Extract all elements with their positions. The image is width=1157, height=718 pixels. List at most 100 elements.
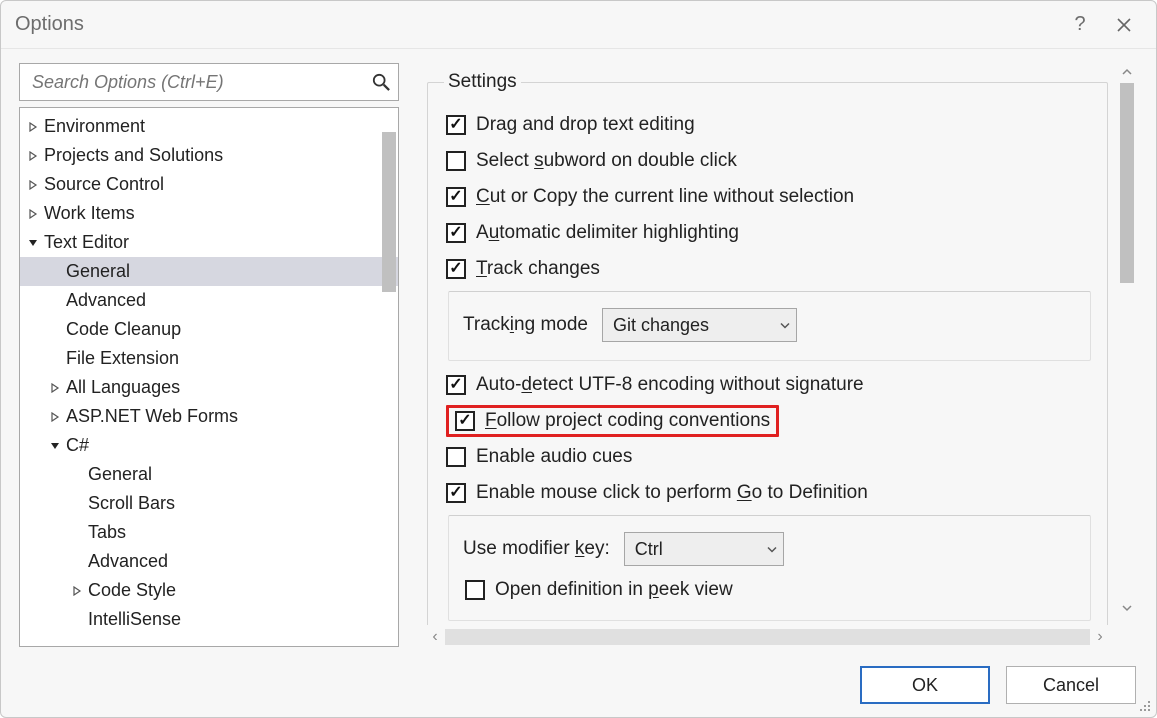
tree-scrollbar-thumb[interactable] — [382, 132, 396, 292]
settings-scrollbar-thumb[interactable] — [1120, 83, 1134, 283]
help-button[interactable]: ? — [1058, 1, 1102, 49]
tracking-mode-label: Tracking mode — [463, 314, 588, 336]
audio-cues-row: Enable audio cues — [444, 439, 1091, 475]
category-tree[interactable]: Environment Projects and Solutions Source … — [19, 107, 399, 647]
tree-item[interactable]: Source Control — [20, 170, 398, 199]
tree-item-label: Environment — [44, 116, 145, 137]
tree-item[interactable]: Code Cleanup — [20, 315, 398, 344]
chevron-down-icon — [767, 539, 777, 560]
tree-twisty-icon[interactable] — [26, 236, 40, 250]
horizontal-scrollbar[interactable]: ‹ › — [427, 627, 1108, 647]
subword-row: Select subword on double click — [444, 143, 1091, 179]
subword-label: Select subword on double click — [476, 150, 737, 172]
tree-item[interactable]: Tabs — [20, 518, 398, 547]
modifier-key-combo[interactable]: Ctrl — [624, 532, 784, 566]
tree-item-label: General — [88, 464, 152, 485]
tree-item[interactable]: General — [20, 460, 398, 489]
tree-twisty-icon[interactable] — [26, 207, 40, 221]
h-scroll-track[interactable] — [445, 629, 1090, 645]
tree-item[interactable]: Advanced — [20, 547, 398, 576]
scroll-right-icon[interactable]: › — [1092, 628, 1108, 646]
tree-twisty-icon[interactable] — [48, 439, 62, 453]
peek-view-row: Open definition in peek view — [461, 572, 1078, 608]
tree-item-label: All Languages — [66, 377, 180, 398]
tree-item[interactable]: Text Editor — [20, 228, 398, 257]
tree-twisty-icon[interactable] — [48, 410, 62, 424]
tree-twisty-spacer — [70, 526, 84, 540]
tree-item[interactable]: Work Items — [20, 199, 398, 228]
tree-item[interactable]: Projects and Solutions — [20, 141, 398, 170]
cancel-button[interactable]: Cancel — [1006, 666, 1136, 704]
track-changes-checkbox[interactable] — [446, 259, 466, 279]
tree-twisty-icon[interactable] — [26, 178, 40, 192]
track-changes-row: Track changes — [444, 251, 1091, 287]
ok-button[interactable]: OK — [860, 666, 990, 704]
tree-twisty-spacer — [48, 265, 62, 279]
tree-item-label: General — [66, 261, 130, 282]
peek-view-checkbox[interactable] — [465, 580, 485, 600]
tree-item[interactable]: Advanced — [20, 286, 398, 315]
dialog-footer: OK Cancel — [1, 653, 1156, 717]
tree-item[interactable]: Code Style — [20, 576, 398, 605]
tree-item[interactable]: Scroll Bars — [20, 489, 398, 518]
tree-twisty-icon[interactable] — [70, 584, 84, 598]
peek-view-label: Open definition in peek view — [495, 579, 733, 601]
tree-item[interactable]: General — [20, 257, 398, 286]
tracking-mode-value: Git changes — [613, 315, 709, 336]
tracking-mode-combo[interactable]: Git changes — [602, 308, 797, 342]
tree-item[interactable]: All Languages — [20, 373, 398, 402]
auto-utf8-label: Auto-detect UTF-8 encoding without signa… — [476, 374, 864, 396]
scroll-down-icon[interactable] — [1120, 601, 1134, 615]
search-input[interactable] — [30, 71, 372, 94]
tree-item[interactable]: Environment — [20, 112, 398, 141]
settings-group: Settings Drag and drop text editing Sele… — [427, 71, 1108, 625]
tree-twisty-spacer — [70, 468, 84, 482]
tree-twisty-spacer — [70, 555, 84, 569]
auto-delim-row: Automatic delimiter highlighting — [444, 215, 1091, 251]
tree-item-label: File Extension — [66, 348, 179, 369]
cut-copy-checkbox[interactable] — [446, 187, 466, 207]
tree-twisty-spacer — [48, 352, 62, 366]
right-pane: Settings Drag and drop text editing Sele… — [419, 63, 1138, 647]
audio-cues-checkbox[interactable] — [446, 447, 466, 467]
tree-item-label: Work Items — [44, 203, 135, 224]
scroll-up-icon[interactable] — [1120, 65, 1134, 79]
tree-item[interactable]: File Extension — [20, 344, 398, 373]
tree-item-label: Advanced — [66, 290, 146, 311]
settings-legend: Settings — [444, 71, 521, 93]
tree-twisty-icon[interactable] — [26, 120, 40, 134]
tree-item-label: IntelliSense — [88, 609, 181, 630]
auto-delim-label: Automatic delimiter highlighting — [476, 222, 739, 244]
tree-item-label: Scroll Bars — [88, 493, 175, 514]
tree-item[interactable]: ASP.NET Web Forms — [20, 402, 398, 431]
tree-item-label: Code Cleanup — [66, 319, 181, 340]
auto-utf8-checkbox[interactable] — [446, 375, 466, 395]
tree-item[interactable]: IntelliSense — [20, 605, 398, 634]
mouse-goto-label: Enable mouse click to perform Go to Defi… — [476, 482, 868, 504]
modifier-key-label: Use modifier key: — [463, 538, 610, 560]
follow-conventions-row: Follow project coding conventions — [444, 403, 1091, 439]
tree-item[interactable]: C# — [20, 431, 398, 460]
tree-twisty-spacer — [70, 613, 84, 627]
mouse-goto-checkbox[interactable] — [446, 483, 466, 503]
auto-delim-checkbox[interactable] — [446, 223, 466, 243]
options-dialog: Options ? Environment Projects and Soluti… — [0, 0, 1157, 718]
scroll-left-icon[interactable]: ‹ — [427, 628, 443, 646]
tree-twisty-icon[interactable] — [48, 381, 62, 395]
tree-item-label: Source Control — [44, 174, 164, 195]
subword-checkbox[interactable] — [446, 151, 466, 171]
close-button[interactable] — [1102, 1, 1146, 49]
window-title: Options — [15, 13, 1058, 36]
tree-twisty-icon[interactable] — [26, 149, 40, 163]
search-box[interactable] — [19, 63, 399, 101]
search-icon — [372, 73, 390, 91]
tree-item-label: Advanced — [88, 551, 168, 572]
chevron-down-icon — [780, 315, 790, 336]
follow-conventions-checkbox[interactable] — [455, 411, 475, 431]
resize-grip-icon[interactable] — [1138, 699, 1152, 713]
highlight-box: Follow project coding conventions — [446, 405, 779, 437]
left-pane: Environment Projects and Solutions Source … — [19, 63, 399, 647]
auto-utf8-row: Auto-detect UTF-8 encoding without signa… — [444, 367, 1091, 403]
drag-drop-checkbox[interactable] — [446, 115, 466, 135]
cut-copy-row: Cut or Copy the current line without sel… — [444, 179, 1091, 215]
